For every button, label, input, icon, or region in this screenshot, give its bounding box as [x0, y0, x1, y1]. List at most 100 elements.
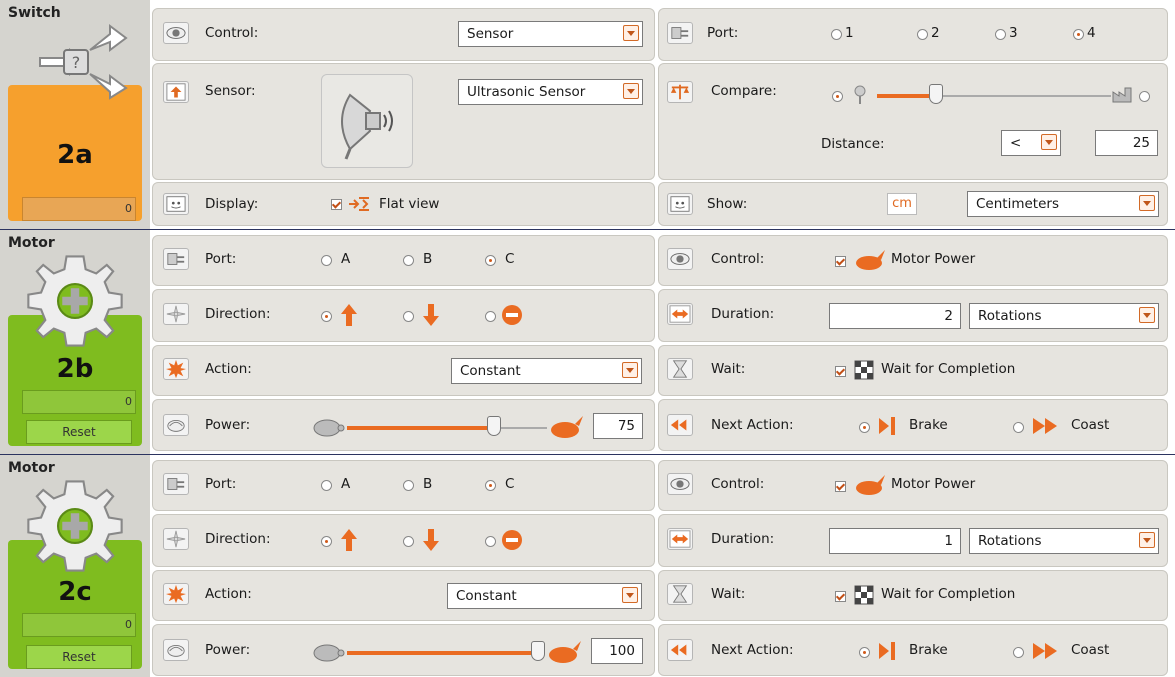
hare-icon — [551, 416, 583, 438]
control-label: Control: — [711, 251, 765, 267]
action-dropdown[interactable]: Constant — [451, 358, 642, 384]
direction-radio-forward[interactable] — [321, 311, 332, 322]
distance-input[interactable]: 25 — [1095, 130, 1158, 156]
power-slider-thumb[interactable] — [487, 416, 501, 436]
compare-slider-thumb[interactable] — [929, 84, 943, 104]
power-input[interactable]: 100 — [591, 638, 643, 664]
action-dropdown[interactable]: Constant — [447, 583, 642, 609]
coast-icon — [1033, 643, 1057, 659]
arrow-up-icon — [341, 304, 357, 326]
direction-radio-forward[interactable] — [321, 536, 332, 547]
chevron-down-icon[interactable] — [1139, 532, 1155, 548]
control-dropdown[interactable]: Sensor — [458, 21, 643, 47]
block-title: Switch — [8, 5, 61, 21]
port-plug-icon — [163, 473, 189, 495]
block-code: 2b — [56, 354, 94, 384]
port-radio-4[interactable] — [1073, 29, 1084, 40]
direction-radio-stop[interactable] — [485, 311, 496, 322]
factory-icon — [1112, 87, 1132, 103]
chevron-down-icon[interactable] — [622, 362, 638, 378]
coast-radio[interactable] — [1013, 647, 1024, 658]
direction-label: Direction: — [205, 531, 271, 547]
sensor-value: Ultrasonic Sensor — [467, 84, 586, 100]
chevron-down-icon[interactable] — [623, 25, 639, 41]
hare-icon — [549, 641, 581, 663]
operator-value: < — [1010, 135, 1022, 151]
chevron-down-icon[interactable] — [623, 83, 639, 99]
action-label: Action: — [205, 586, 252, 602]
reset-button[interactable]: Reset — [26, 645, 132, 669]
port-option-c: C — [505, 476, 515, 492]
display-label: Display: — [205, 196, 259, 212]
port-option-b: B — [423, 251, 433, 267]
duration-input[interactable]: 1 — [829, 528, 961, 554]
wait-checkbox[interactable] — [835, 591, 846, 602]
port-radio-c[interactable] — [485, 480, 496, 491]
hare-icon — [856, 250, 885, 270]
action-panel: Action: Constant — [152, 345, 655, 396]
turtle-icon — [313, 644, 345, 662]
chevron-down-icon[interactable] — [1139, 195, 1155, 211]
motor-power-checkbox[interactable] — [835, 481, 846, 492]
motor-block-1: Motor 2b 0 Reset Port: A B C Direction: — [0, 230, 1175, 455]
flat-view-checkbox[interactable] — [331, 199, 342, 210]
coast-radio[interactable] — [1013, 422, 1024, 433]
direction-radio-backward[interactable] — [403, 311, 414, 322]
display-icon — [163, 193, 189, 215]
reset-button[interactable]: Reset — [26, 420, 132, 444]
action-value: Constant — [460, 363, 521, 379]
duration-unit-value: Rotations — [978, 308, 1042, 324]
chevron-down-icon[interactable] — [622, 587, 638, 603]
power-input[interactable]: 75 — [593, 413, 643, 439]
wait-checkbox[interactable] — [835, 366, 846, 377]
port-radio-2[interactable] — [917, 29, 928, 40]
block-code: 2a — [57, 140, 93, 170]
brake-radio[interactable] — [859, 647, 870, 658]
burst-icon — [163, 583, 189, 605]
port-radio-1[interactable] — [831, 29, 842, 40]
compare-label: Compare: — [711, 83, 777, 99]
coast-label: Coast — [1071, 642, 1110, 658]
duration-unit-dropdown[interactable]: Rotations — [969, 303, 1159, 329]
port-radio-b[interactable] — [403, 480, 414, 491]
port-option-a: A — [341, 251, 351, 267]
direction-radio-stop[interactable] — [485, 536, 496, 547]
burst-icon — [163, 358, 189, 380]
port-radio-b[interactable] — [403, 255, 414, 266]
chevron-down-icon[interactable] — [1041, 134, 1057, 150]
port-radio-3[interactable] — [995, 29, 1006, 40]
control-value: Sensor — [467, 26, 514, 42]
show-value: Centimeters — [976, 196, 1059, 212]
show-dropdown[interactable]: Centimeters — [967, 191, 1159, 217]
sensor-preview — [321, 74, 413, 168]
control-panel: Control: Motor Power — [658, 460, 1168, 511]
port-radio-a[interactable] — [321, 255, 332, 266]
action-label: Action: — [205, 361, 252, 377]
port-label: Port: — [205, 251, 237, 267]
duration-unit-dropdown[interactable]: Rotations — [969, 528, 1159, 554]
sensor-dropdown[interactable]: Ultrasonic Sensor — [458, 79, 643, 105]
port-radio-a[interactable] — [321, 480, 332, 491]
wait-label: Wait: — [711, 361, 746, 377]
motor-block-sidebar: Motor 2b 0 Reset — [0, 230, 152, 454]
direction-radio-backward[interactable] — [403, 536, 414, 547]
eye-icon — [667, 473, 693, 495]
control-label: Control: — [711, 476, 765, 492]
brake-radio[interactable] — [859, 422, 870, 433]
operator-dropdown[interactable]: < — [1001, 130, 1061, 156]
duration-input[interactable]: 2 — [829, 303, 961, 329]
svg-text:?: ? — [72, 53, 81, 72]
upload-arrow-icon — [163, 81, 189, 103]
compare-radio-far[interactable] — [1139, 91, 1150, 102]
port-radio-c[interactable] — [485, 255, 496, 266]
block-counter: 0 — [22, 613, 136, 637]
motor-power-checkbox[interactable] — [835, 256, 846, 267]
compare-radio-near[interactable] — [832, 91, 843, 102]
chevron-down-icon[interactable] — [1139, 307, 1155, 323]
block-counter: 0 — [22, 197, 136, 221]
brake-icon — [879, 417, 895, 435]
power-panel: Power: 100 — [152, 624, 655, 676]
wait-panel: Wait: Wait for Completion — [658, 345, 1168, 396]
power-slider-thumb[interactable] — [531, 641, 545, 661]
power-slider-fill — [347, 651, 533, 655]
